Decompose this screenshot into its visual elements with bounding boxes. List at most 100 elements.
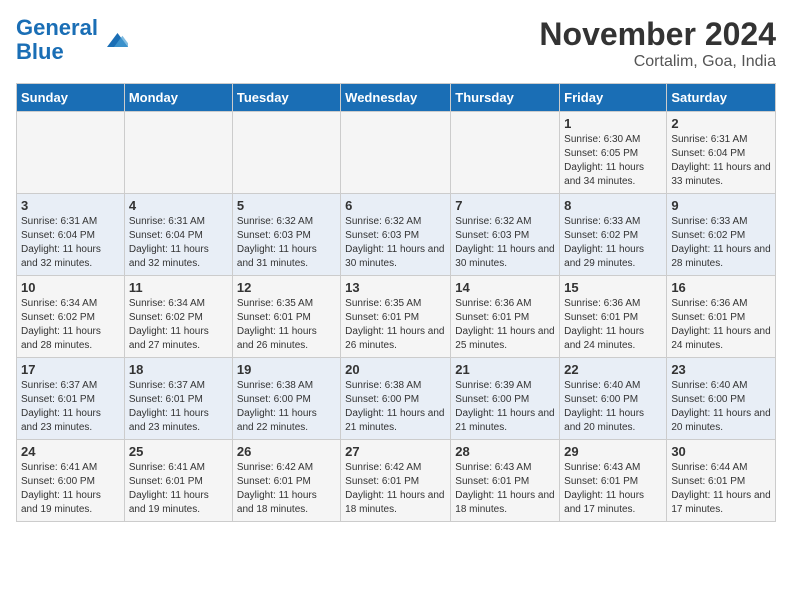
day-number: 16 <box>671 280 771 295</box>
calendar-cell: 29 Sunrise: 6:43 AM Sunset: 6:01 PM Dayli… <box>560 440 667 522</box>
calendar-cell <box>451 112 560 194</box>
day-number: 21 <box>455 362 555 377</box>
day-number: 4 <box>129 198 228 213</box>
calendar-cell <box>17 112 125 194</box>
day-number: 17 <box>21 362 120 377</box>
day-info: Sunrise: 6:31 AM Sunset: 6:04 PM Dayligh… <box>129 215 228 271</box>
calendar-cell: 18 Sunrise: 6:37 AM Sunset: 6:01 PM Dayli… <box>124 358 232 440</box>
day-number: 23 <box>671 362 771 377</box>
calendar-cell: 10 Sunrise: 6:34 AM Sunset: 6:02 PM Dayli… <box>17 276 125 358</box>
day-info: Sunrise: 6:38 AM Sunset: 6:00 PM Dayligh… <box>345 379 446 435</box>
calendar-week-1: 1 Sunrise: 6:30 AM Sunset: 6:05 PM Daylig… <box>17 112 776 194</box>
calendar-week-5: 24 Sunrise: 6:41 AM Sunset: 6:00 PM Dayli… <box>17 440 776 522</box>
day-info: Sunrise: 6:31 AM Sunset: 6:04 PM Dayligh… <box>671 133 771 189</box>
day-number: 22 <box>564 362 662 377</box>
calendar-cell: 27Sunrise: 6:42 AM Sunset: 6:01 PM Dayli… <box>341 440 451 522</box>
calendar-cell: 6 Sunrise: 6:32 AM Sunset: 6:03 PM Daylig… <box>341 194 451 276</box>
calendar-cell: 24 Sunrise: 6:41 AM Sunset: 6:00 PM Dayli… <box>17 440 125 522</box>
day-info: Sunrise: 6:41 AM Sunset: 6:00 PM Dayligh… <box>21 461 120 517</box>
calendar-cell: 1 Sunrise: 6:30 AM Sunset: 6:05 PM Daylig… <box>560 112 667 194</box>
calendar-cell: 11Sunrise: 6:34 AM Sunset: 6:02 PM Dayli… <box>124 276 232 358</box>
calendar-cell: 13 Sunrise: 6:35 AM Sunset: 6:01 PM Dayli… <box>341 276 451 358</box>
day-number: 9 <box>671 198 771 213</box>
logo: General Blue <box>16 16 128 64</box>
day-number: 5 <box>237 198 336 213</box>
calendar-week-3: 10 Sunrise: 6:34 AM Sunset: 6:02 PM Dayli… <box>17 276 776 358</box>
calendar-cell: 14 Sunrise: 6:36 AM Sunset: 6:01 PM Dayli… <box>451 276 560 358</box>
calendar-cell: 2 Sunrise: 6:31 AM Sunset: 6:04 PM Daylig… <box>667 112 776 194</box>
day-info: Sunrise: 6:30 AM Sunset: 6:05 PM Dayligh… <box>564 133 662 189</box>
day-info: Sunrise: 6:41 AM Sunset: 6:01 PM Dayligh… <box>129 461 228 517</box>
page-title: November 2024 <box>539 16 776 53</box>
day-info: Sunrise: 6:37 AM Sunset: 6:01 PM Dayligh… <box>129 379 228 435</box>
calendar-week-2: 3 Sunrise: 6:31 AM Sunset: 6:04 PM Daylig… <box>17 194 776 276</box>
calendar-week-4: 17 Sunrise: 6:37 AM Sunset: 6:01 PM Dayli… <box>17 358 776 440</box>
day-number: 2 <box>671 116 771 131</box>
day-info: Sunrise: 6:35 AM Sunset: 6:01 PM Dayligh… <box>237 297 336 353</box>
calendar-cell: 20 Sunrise: 6:38 AM Sunset: 6:00 PM Dayli… <box>341 358 451 440</box>
calendar-cell: 17 Sunrise: 6:37 AM Sunset: 6:01 PM Dayli… <box>17 358 125 440</box>
calendar-cell: 9Sunrise: 6:33 AM Sunset: 6:02 PM Daylig… <box>667 194 776 276</box>
day-number: 15 <box>564 280 662 295</box>
calendar-cell: 12 Sunrise: 6:35 AM Sunset: 6:01 PM Dayli… <box>232 276 340 358</box>
day-info: Sunrise: 6:36 AM Sunset: 6:01 PM Dayligh… <box>455 297 555 353</box>
day-number: 28 <box>455 444 555 459</box>
calendar-cell: 3Sunrise: 6:31 AM Sunset: 6:04 PM Daylig… <box>17 194 125 276</box>
day-number: 6 <box>345 198 446 213</box>
title-block: November 2024 Cortalim, Goa, India <box>539 16 776 71</box>
column-header-wednesday: Wednesday <box>341 84 451 112</box>
day-number: 3 <box>21 198 120 213</box>
day-number: 24 <box>21 444 120 459</box>
logo-icon <box>100 26 128 54</box>
day-number: 13 <box>345 280 446 295</box>
column-header-friday: Friday <box>560 84 667 112</box>
calendar-cell: 15 Sunrise: 6:36 AM Sunset: 6:01 PM Dayli… <box>560 276 667 358</box>
column-header-tuesday: Tuesday <box>232 84 340 112</box>
day-info: Sunrise: 6:35 AM Sunset: 6:01 PM Dayligh… <box>345 297 446 353</box>
page-subtitle: Cortalim, Goa, India <box>539 53 776 71</box>
day-info: Sunrise: 6:36 AM Sunset: 6:01 PM Dayligh… <box>671 297 771 353</box>
day-info: Sunrise: 6:40 AM Sunset: 6:00 PM Dayligh… <box>564 379 662 435</box>
day-info: Sunrise: 6:42 AM Sunset: 6:01 PM Dayligh… <box>237 461 336 517</box>
column-header-monday: Monday <box>124 84 232 112</box>
day-number: 27 <box>345 444 446 459</box>
day-info: Sunrise: 6:37 AM Sunset: 6:01 PM Dayligh… <box>21 379 120 435</box>
day-info: Sunrise: 6:34 AM Sunset: 6:02 PM Dayligh… <box>129 297 228 353</box>
calendar-cell: 22 Sunrise: 6:40 AM Sunset: 6:00 PM Dayli… <box>560 358 667 440</box>
day-number: 7 <box>455 198 555 213</box>
calendar-cell: 25 Sunrise: 6:41 AM Sunset: 6:01 PM Dayli… <box>124 440 232 522</box>
day-number: 10 <box>21 280 120 295</box>
day-number: 29 <box>564 444 662 459</box>
calendar-cell: 30Sunrise: 6:44 AM Sunset: 6:01 PM Dayli… <box>667 440 776 522</box>
day-info: Sunrise: 6:43 AM Sunset: 6:01 PM Dayligh… <box>564 461 662 517</box>
day-number: 14 <box>455 280 555 295</box>
day-number: 25 <box>129 444 228 459</box>
day-info: Sunrise: 6:32 AM Sunset: 6:03 PM Dayligh… <box>455 215 555 271</box>
day-info: Sunrise: 6:34 AM Sunset: 6:02 PM Dayligh… <box>21 297 120 353</box>
day-info: Sunrise: 6:36 AM Sunset: 6:01 PM Dayligh… <box>564 297 662 353</box>
header: General Blue November 2024 Cortalim, Goa… <box>16 16 776 71</box>
day-number: 1 <box>564 116 662 131</box>
column-header-thursday: Thursday <box>451 84 560 112</box>
column-header-saturday: Saturday <box>667 84 776 112</box>
day-number: 12 <box>237 280 336 295</box>
day-number: 19 <box>237 362 336 377</box>
calendar-cell: 28 Sunrise: 6:43 AM Sunset: 6:01 PM Dayli… <box>451 440 560 522</box>
day-number: 18 <box>129 362 228 377</box>
day-info: Sunrise: 6:38 AM Sunset: 6:00 PM Dayligh… <box>237 379 336 435</box>
day-info: Sunrise: 6:43 AM Sunset: 6:01 PM Dayligh… <box>455 461 555 517</box>
calendar-cell: 26 Sunrise: 6:42 AM Sunset: 6:01 PM Dayli… <box>232 440 340 522</box>
header-row: SundayMondayTuesdayWednesdayThursdayFrid… <box>17 84 776 112</box>
day-info: Sunrise: 6:32 AM Sunset: 6:03 PM Dayligh… <box>345 215 446 271</box>
calendar-cell: 5Sunrise: 6:32 AM Sunset: 6:03 PM Daylig… <box>232 194 340 276</box>
calendar-cell <box>232 112 340 194</box>
calendar-cell: 19 Sunrise: 6:38 AM Sunset: 6:00 PM Dayli… <box>232 358 340 440</box>
day-info: Sunrise: 6:40 AM Sunset: 6:00 PM Dayligh… <box>671 379 771 435</box>
calendar-table: SundayMondayTuesdayWednesdayThursdayFrid… <box>16 83 776 522</box>
day-number: 26 <box>237 444 336 459</box>
calendar-cell: 21Sunrise: 6:39 AM Sunset: 6:00 PM Dayli… <box>451 358 560 440</box>
calendar-cell: 16 Sunrise: 6:36 AM Sunset: 6:01 PM Dayli… <box>667 276 776 358</box>
calendar-cell: 8Sunrise: 6:33 AM Sunset: 6:02 PM Daylig… <box>560 194 667 276</box>
day-number: 20 <box>345 362 446 377</box>
logo-text: General Blue <box>16 16 98 64</box>
